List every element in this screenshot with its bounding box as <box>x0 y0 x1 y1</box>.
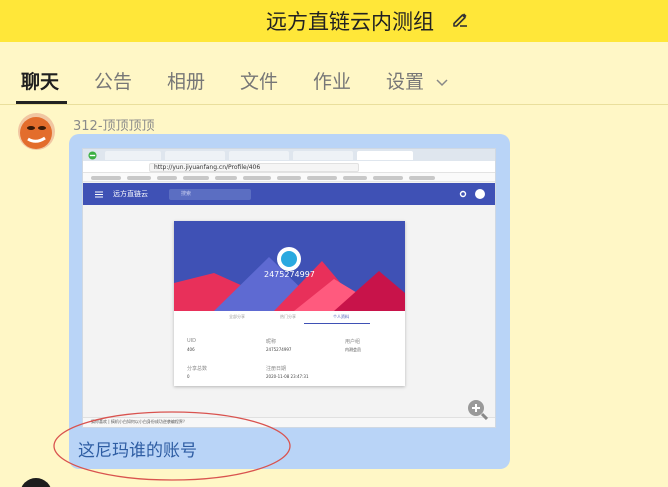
browser-tab <box>229 151 289 160</box>
bookmark <box>157 176 177 180</box>
tab-settings[interactable]: 设置 <box>386 67 448 94</box>
card-tab-indicator <box>304 323 370 324</box>
bookmark <box>243 176 271 180</box>
browser-logo-icon <box>88 151 97 160</box>
field-value: 2475274997 <box>266 347 292 352</box>
profile-card <box>174 221 405 386</box>
bookmark <box>343 176 367 180</box>
group-header: 远方直链云内测组 <box>0 0 668 42</box>
bookmark <box>215 176 237 180</box>
shared-screenshot[interactable]: http://yun.jiyuanfang.cn/Profile/406 远方直… <box>82 148 496 428</box>
tab-bar: 聊天 公告 相册 文件 作业 设置 <box>0 42 668 105</box>
profile-uid: 2475274997 <box>264 270 315 279</box>
browser-tab <box>165 151 225 160</box>
tab-homework[interactable]: 作业 <box>313 67 351 94</box>
app-title: 远方直链云 <box>113 190 148 198</box>
bookmark <box>183 176 209 180</box>
field-label: UID <box>187 338 196 344</box>
bookmark <box>307 176 337 180</box>
avatar[interactable] <box>20 478 52 487</box>
field-value: 内测会员 <box>345 347 361 352</box>
browser-tab <box>293 151 353 160</box>
zoom-in-icon[interactable] <box>466 398 488 420</box>
field-value: 0 <box>187 374 190 379</box>
avatar-face-icon <box>18 113 55 150</box>
field-label: 分享总数 <box>187 366 208 372</box>
user-avatar <box>475 189 485 199</box>
chevron-down-icon <box>436 78 448 86</box>
tab-files[interactable]: 文件 <box>240 67 278 94</box>
pencil-icon[interactable] <box>451 10 469 28</box>
browser-tab <box>105 151 161 160</box>
status-text: 猜你喜欢 | 搞机小白如何以小白身份成功逆袭编程界？ <box>91 419 187 424</box>
bookmark <box>373 176 403 180</box>
menu-icon <box>95 191 103 198</box>
card-tab: 热门分享 <box>280 314 296 319</box>
bookmark <box>277 176 301 180</box>
bookmark <box>127 176 151 180</box>
field-label: 用户组 <box>345 339 361 345</box>
field-label: 昵称 <box>266 339 277 345</box>
gear-icon <box>459 190 467 198</box>
group-title: 远方直链云内测组 <box>266 10 434 34</box>
tab-album[interactable]: 相册 <box>167 67 205 94</box>
field-label: 注册日期 <box>266 366 287 372</box>
avatar[interactable] <box>18 113 55 150</box>
bookmark <box>409 176 435 180</box>
field-value: 2020-11-08 23:47:31 <box>266 374 309 379</box>
bookmark <box>91 176 121 180</box>
message-caption: 这尼玛谁的账号 <box>78 441 197 461</box>
tab-chat[interactable]: 聊天 <box>21 67 59 94</box>
browser-tab-active <box>357 151 413 160</box>
tab-settings-label: 设置 <box>386 71 425 93</box>
app-search: 搜索 <box>169 189 251 200</box>
card-tab-active: 个人资料 <box>333 314 349 319</box>
sender-name: 312-顶顶顶顶 <box>73 119 155 134</box>
browser-url: http://yun.jiyuanfang.cn/Profile/406 <box>149 163 359 172</box>
tab-announcement[interactable]: 公告 <box>94 67 132 94</box>
active-tab-indicator <box>16 101 67 104</box>
field-value: 406 <box>187 347 195 352</box>
card-tab: 全部分享 <box>229 314 245 319</box>
profile-banner <box>174 221 405 311</box>
